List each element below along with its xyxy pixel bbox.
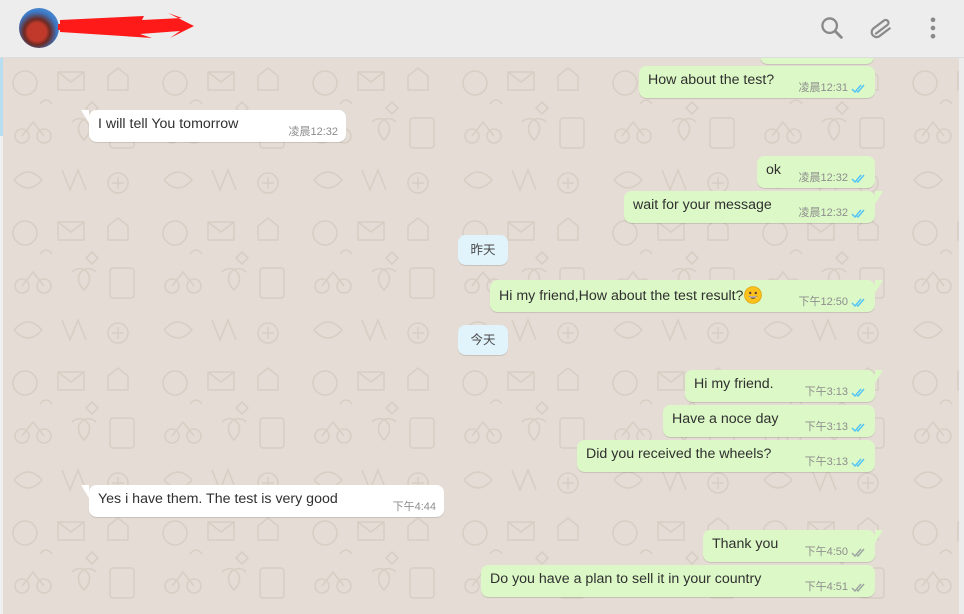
double-check-read-icon <box>851 458 865 467</box>
message-bubble[interactable]: I will tell You tomorrow 凌晨12:32 <box>81 110 346 142</box>
grinning-face-emoji <box>744 286 763 304</box>
message-meta: 凌晨12:32 <box>798 206 867 220</box>
message-time: 下午4:44 <box>392 501 436 513</box>
message-meta: 下午12:50 <box>798 295 867 309</box>
day-separator-label: 今天 <box>470 333 496 347</box>
message-time: 下午12:50 <box>798 296 848 308</box>
message-text: How about the test? <box>648 72 775 88</box>
chat-panel[interactable]: How about the test? 凌晨12:31 I will tell … <box>0 58 964 614</box>
message-meta: 下午4:51 <box>805 580 867 594</box>
message-text: ok <box>766 162 781 178</box>
day-separator: 今天 <box>458 325 508 355</box>
message-time: 下午4:51 <box>804 581 848 593</box>
chat-header <box>0 0 964 58</box>
message-text: Hi my friend,How about the test result? <box>499 286 763 305</box>
message-time: 凌晨12:32 <box>798 172 848 184</box>
message-text: Hi my friend. <box>694 376 774 392</box>
message-bubble[interactable]: ok 凌晨12:32 <box>757 156 875 188</box>
message-bubble[interactable]: wait for your message 凌晨12:32 <box>624 191 883 223</box>
message-text: Did you received the wheels? <box>586 446 772 462</box>
left-edge <box>0 58 3 614</box>
search-icon[interactable] <box>818 14 846 42</box>
message-text: I will tell You tomorrow <box>98 116 239 132</box>
message-time: 下午3:13 <box>804 456 848 468</box>
bubble-tail <box>875 370 883 383</box>
message-text-content: Hi my friend,How about the test result? <box>499 288 744 304</box>
message-bubble[interactable]: How about the test? 凌晨12:31 <box>639 66 875 98</box>
message-meta: 凌晨12:32 <box>798 171 867 185</box>
bubble-tail <box>875 191 883 204</box>
message-bubble[interactable]: Hi my friend. 下午3:13 <box>685 370 883 402</box>
message-meta: 下午4:50 <box>805 545 867 559</box>
double-check-read-icon <box>851 423 865 432</box>
double-check-read-icon <box>851 388 865 397</box>
message-time: 凌晨12:31 <box>798 82 848 94</box>
message-bubble[interactable]: Yes i have them. The test is very good 下… <box>81 485 444 517</box>
menu-icon[interactable] <box>919 14 947 42</box>
message-text: Thank you <box>712 536 779 552</box>
message-time: 下午4:50 <box>804 546 848 558</box>
message-bubble[interactable]: Hi my friend,How about the test result? … <box>490 280 883 312</box>
double-check-read-icon <box>851 174 865 183</box>
message-meta: 凌晨12:32 <box>288 125 338 139</box>
double-check-read-icon <box>851 209 865 218</box>
bubble-tail <box>875 280 883 293</box>
double-check-delivered-icon <box>851 583 865 592</box>
message-meta: 下午4:44 <box>393 500 436 514</box>
message-bubble[interactable]: Thank you 下午4:50 <box>703 530 883 562</box>
day-separator-label: 昨天 <box>470 243 496 257</box>
bubble-tail <box>875 530 883 543</box>
message-bubble-partial <box>760 58 874 64</box>
bubble-tail <box>81 110 89 123</box>
left-edge-highlight <box>0 58 3 136</box>
message-time: 凌晨12:32 <box>288 126 338 138</box>
double-check-delivered-icon <box>851 548 865 557</box>
message-meta: 凌晨12:31 <box>798 81 867 95</box>
message-bubble[interactable]: Did you received the wheels? 下午3:13 <box>577 440 875 472</box>
message-time: 下午3:13 <box>804 386 848 398</box>
day-separator: 昨天 <box>458 235 508 265</box>
message-text: Have a noce day <box>672 411 779 427</box>
double-check-read-icon <box>851 84 865 93</box>
message-meta: 下午3:13 <box>805 455 867 469</box>
attach-icon[interactable] <box>868 14 896 42</box>
message-text: Yes i have them. The test is very good <box>98 491 338 507</box>
scrollbar-track[interactable] <box>959 58 964 614</box>
message-time: 凌晨12:32 <box>798 207 848 219</box>
message-meta: 下午3:13 <box>805 385 867 399</box>
message-time: 下午3:13 <box>804 421 848 433</box>
double-check-read-icon <box>851 298 865 307</box>
message-text: wait for your message <box>633 197 772 213</box>
message-text: Do you have a plan to sell it in your co… <box>490 571 762 587</box>
message-meta: 下午3:13 <box>805 420 867 434</box>
message-bubble[interactable]: Have a noce day 下午3:13 <box>663 405 875 437</box>
redaction-mark <box>58 13 194 38</box>
message-bubble[interactable]: Do you have a plan to sell it in your co… <box>481 565 875 597</box>
bubble-tail <box>81 485 89 498</box>
